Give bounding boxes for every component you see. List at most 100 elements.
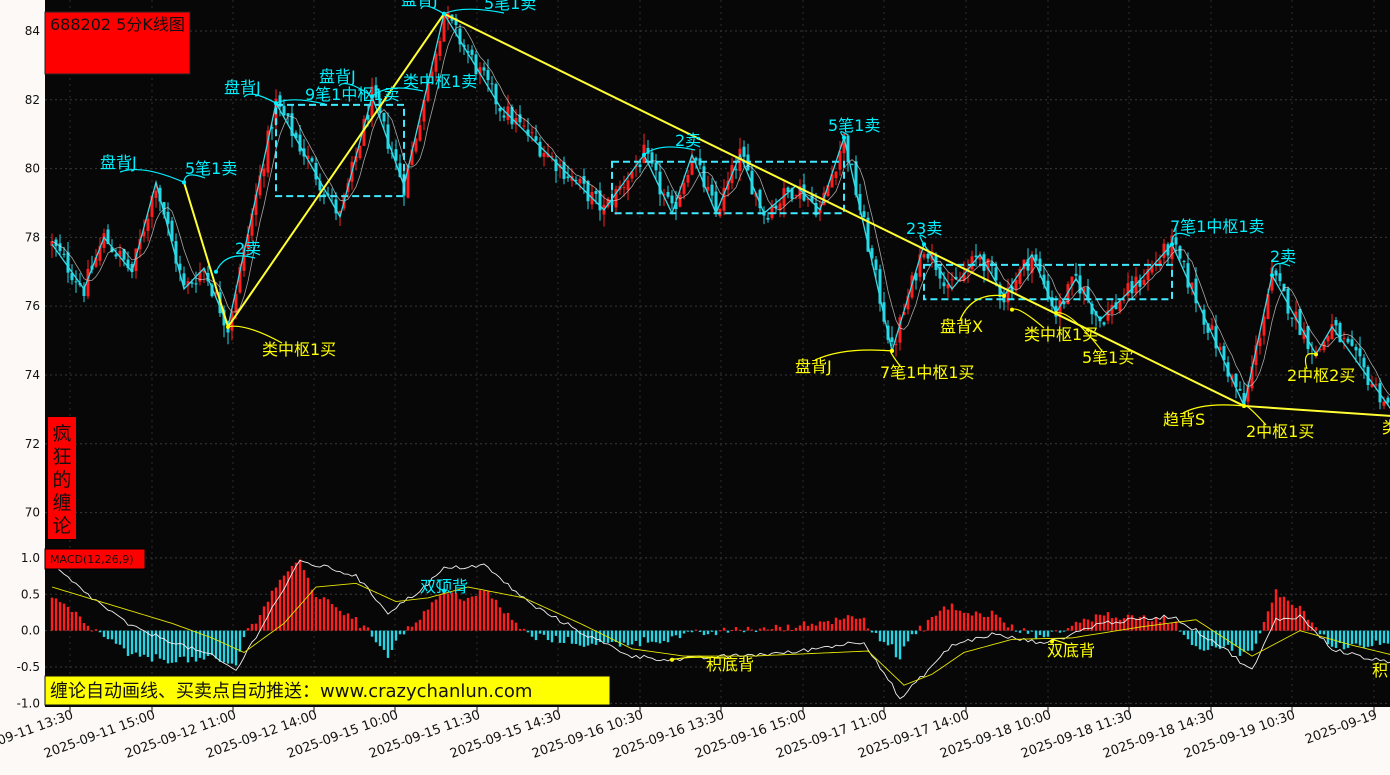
candle-body <box>1290 317 1294 319</box>
macd-bar <box>650 630 654 642</box>
macd-bar <box>682 630 686 634</box>
macd-bar <box>534 630 538 641</box>
side-label-char: 缠 <box>52 492 71 514</box>
macd-bar <box>486 590 490 631</box>
chart-title: 688202 5分K线图 <box>50 15 185 34</box>
candle-body <box>926 253 930 259</box>
annotation-label: 类 <box>1382 418 1390 437</box>
macd-bar <box>1274 589 1278 631</box>
macd-bar <box>1202 630 1206 651</box>
macd-bar <box>726 630 730 633</box>
macd-bar <box>110 630 114 640</box>
macd-bar <box>618 630 622 647</box>
macd-bar <box>1290 604 1294 631</box>
annotation-label: 类中枢1买 <box>1024 325 1098 344</box>
macd-bar <box>890 630 894 645</box>
candle-body <box>114 254 118 257</box>
macd-bar <box>822 621 826 631</box>
macd-bar <box>1046 630 1050 637</box>
candle-body <box>1342 338 1346 340</box>
annotation-label: 7笔1中枢1卖 <box>1170 217 1265 236</box>
macd-bar <box>1190 630 1194 646</box>
candle-body <box>1274 270 1278 276</box>
macd-bar <box>510 619 514 631</box>
macd-bar <box>722 627 726 631</box>
macd-bar <box>226 630 230 664</box>
annotation-label: 趋背S <box>1163 410 1205 429</box>
macd-bar <box>594 630 598 645</box>
candle-body <box>1178 246 1182 259</box>
macd-bar <box>106 630 110 640</box>
annotation-label: 23卖 <box>906 219 942 238</box>
macd-bar <box>1234 630 1238 647</box>
macd-bar <box>1350 630 1354 645</box>
candle-body <box>894 343 898 345</box>
macd-bar <box>866 628 870 631</box>
macd-bar <box>518 628 522 631</box>
macd-bar <box>210 630 214 656</box>
macd-bar <box>530 630 534 637</box>
macd-bar <box>1210 630 1214 647</box>
macd-bar <box>70 612 74 631</box>
candle-body <box>670 195 674 204</box>
macd-bar <box>730 629 734 631</box>
macd-bar <box>98 630 102 633</box>
macd-bar <box>1154 616 1158 631</box>
macd-bar <box>1122 618 1126 631</box>
macd-bar <box>358 627 362 631</box>
macd-bar <box>242 630 246 638</box>
macd-bar <box>482 590 486 631</box>
macd-bar <box>426 609 430 631</box>
macd-bar <box>1034 630 1038 639</box>
macd-bar <box>374 630 378 643</box>
candle-body <box>418 125 422 141</box>
macd-bar <box>1134 618 1138 631</box>
side-label-char: 狂 <box>52 446 71 468</box>
macd-bar <box>990 610 994 631</box>
macd-bar <box>318 599 322 631</box>
annotation-label: 积底背 <box>706 655 754 674</box>
macd-bar <box>182 630 186 657</box>
macd-bar <box>470 596 474 631</box>
candle-body <box>534 136 538 141</box>
macd-bar <box>114 630 118 644</box>
candle-body <box>1334 319 1338 326</box>
price-tick-label: 82 <box>25 93 40 107</box>
macd-bar <box>54 598 58 631</box>
macd-bar <box>194 630 198 662</box>
macd-bar <box>454 593 458 631</box>
macd-bar <box>542 630 546 635</box>
macd-bar <box>494 599 498 631</box>
macd-bar <box>882 630 886 642</box>
macd-tick-label: -0.5 <box>17 660 40 674</box>
price-tick-label: 76 <box>25 299 40 313</box>
macd-bar <box>434 599 438 631</box>
macd-bar <box>406 626 410 631</box>
macd-bar <box>1062 630 1066 632</box>
macd-bar <box>858 618 862 631</box>
candle-body <box>710 184 714 196</box>
candle-body <box>742 146 746 157</box>
macd-bar <box>818 621 822 631</box>
macd-bar <box>394 630 398 641</box>
macd-bar <box>90 630 94 632</box>
candle-body <box>766 217 770 220</box>
macd-bar <box>1042 630 1046 638</box>
macd-bar <box>782 630 786 632</box>
macd-bar <box>478 590 482 631</box>
candle-body <box>566 176 570 179</box>
macd-bar <box>894 630 898 658</box>
price-tick-label: 70 <box>25 506 40 520</box>
candle-body <box>1014 280 1018 290</box>
macd-bar <box>1038 630 1042 636</box>
macd-bar <box>698 630 702 632</box>
macd-bar <box>814 625 818 631</box>
macd-bar <box>562 630 566 644</box>
candle-body <box>734 169 738 171</box>
macd-bar <box>1006 627 1010 631</box>
macd-bar <box>718 630 722 632</box>
macd-tick-label: -1.0 <box>17 696 40 710</box>
macd-bar <box>846 615 850 631</box>
macd-bar <box>238 630 242 652</box>
macd-bar <box>418 619 422 631</box>
